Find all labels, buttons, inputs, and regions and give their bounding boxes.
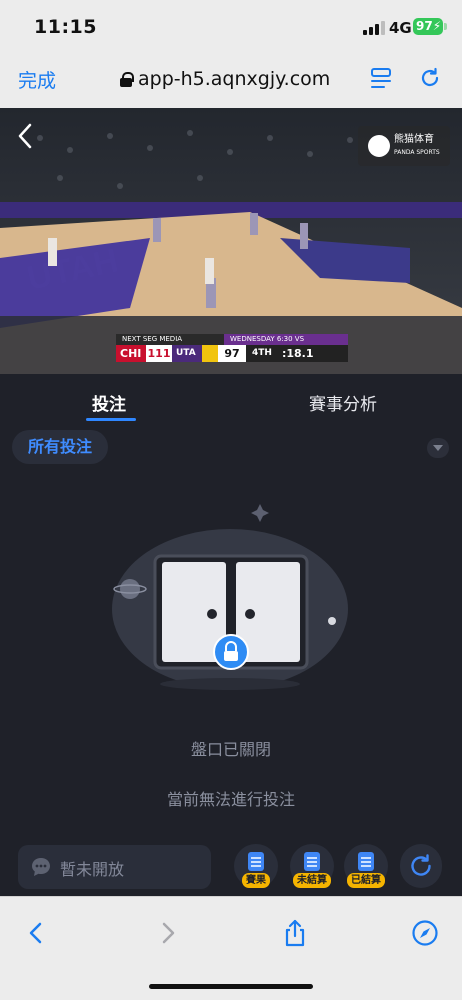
logo-subtext: PANDA SPORTS	[394, 149, 440, 156]
tab-match-analysis[interactable]: 賽事分析	[309, 390, 377, 415]
home-score: 111	[147, 347, 171, 360]
market-closed-title: 盤口已關閉	[190, 740, 271, 759]
chat-placeholder: 暫未開放	[60, 860, 125, 879]
logo-text: 熊猫体育	[394, 134, 434, 145]
active-tab-indicator	[86, 418, 136, 421]
chat-bubble-icon	[32, 858, 50, 876]
home-team: CHI	[116, 345, 146, 362]
panda-sports-logo: 熊猫体育 PANDA SPORTS	[358, 126, 450, 166]
next-game-banner: WEDNESDAY 6:30 VS WASHINGTON	[224, 334, 348, 354]
address-bar[interactable]: app-h5.aqnxgjy.com	[120, 66, 330, 92]
browser-top-bar: 完成 app-h5.aqnxgjy.com	[0, 52, 462, 108]
battery-icon: 97⚡	[413, 18, 447, 35]
chat-input[interactable]: 暫未開放	[18, 845, 211, 889]
chevron-down-icon[interactable]	[427, 438, 449, 458]
broadcast-banner: NEXT SEG MEDIA BROADCAST	[116, 334, 224, 354]
refresh-button[interactable]	[400, 844, 442, 888]
url-text: app-h5.aqnxgjy.com	[138, 68, 331, 90]
away-score: 97	[224, 347, 240, 360]
share-icon[interactable]	[281, 919, 309, 947]
reload-icon[interactable]	[418, 66, 442, 90]
team-logo-icon	[202, 345, 218, 362]
results-label: 賽果	[242, 873, 270, 888]
all-bets-filter[interactable]: 所有投注	[12, 430, 108, 464]
refresh-icon	[411, 854, 431, 876]
compass-icon[interactable]	[411, 919, 439, 947]
back-chevron-icon[interactable]	[14, 122, 36, 150]
done-button[interactable]: 完成	[18, 66, 56, 93]
market-closed-subtitle: 當前無法進行投注	[166, 790, 295, 809]
document-icon	[304, 852, 320, 871]
unsettled-label: 未結算	[293, 873, 331, 888]
video-player[interactable]: UTAH 熊猫体育PANDA SPORTS NEXT SEG MEDIA BRO…	[0, 108, 462, 374]
scoreboard-overlay: NEXT SEG MEDIA BROADCAST WEDNESDAY 6:30 …	[116, 334, 348, 362]
reader-menu-icon[interactable]	[370, 67, 392, 91]
cellular-signal-icon	[363, 21, 385, 35]
panda-logo-icon	[368, 135, 390, 157]
network-type: 4G	[389, 19, 412, 37]
back-arrow-icon[interactable]	[22, 919, 50, 947]
results-button[interactable]: 賽果	[234, 844, 278, 888]
status-bar: 11:15 4G 97⚡	[0, 0, 462, 52]
battery-level: 97	[416, 19, 433, 33]
forward-arrow-icon[interactable]	[154, 919, 182, 947]
quarter: 4TH	[246, 345, 278, 362]
away-team: UTA	[172, 345, 202, 362]
market-closed-illustration	[112, 504, 348, 690]
tab-bet[interactable]: 投注	[92, 390, 126, 415]
betting-panel: 投注 賽事分析 所有投注 盤口已關閉 當前無法進行投注 暫未開放 賽果 未結算	[0, 374, 462, 896]
game-clock: :18.1	[277, 345, 348, 362]
unsettled-button[interactable]: 未結算	[290, 844, 334, 888]
home-indicator	[149, 984, 313, 989]
lock-icon	[120, 71, 134, 87]
status-time: 11:15	[34, 16, 97, 38]
settled-label: 已結算	[347, 873, 385, 888]
settled-button[interactable]: 已結算	[344, 844, 388, 888]
document-icon	[358, 852, 374, 871]
document-icon	[248, 852, 264, 871]
